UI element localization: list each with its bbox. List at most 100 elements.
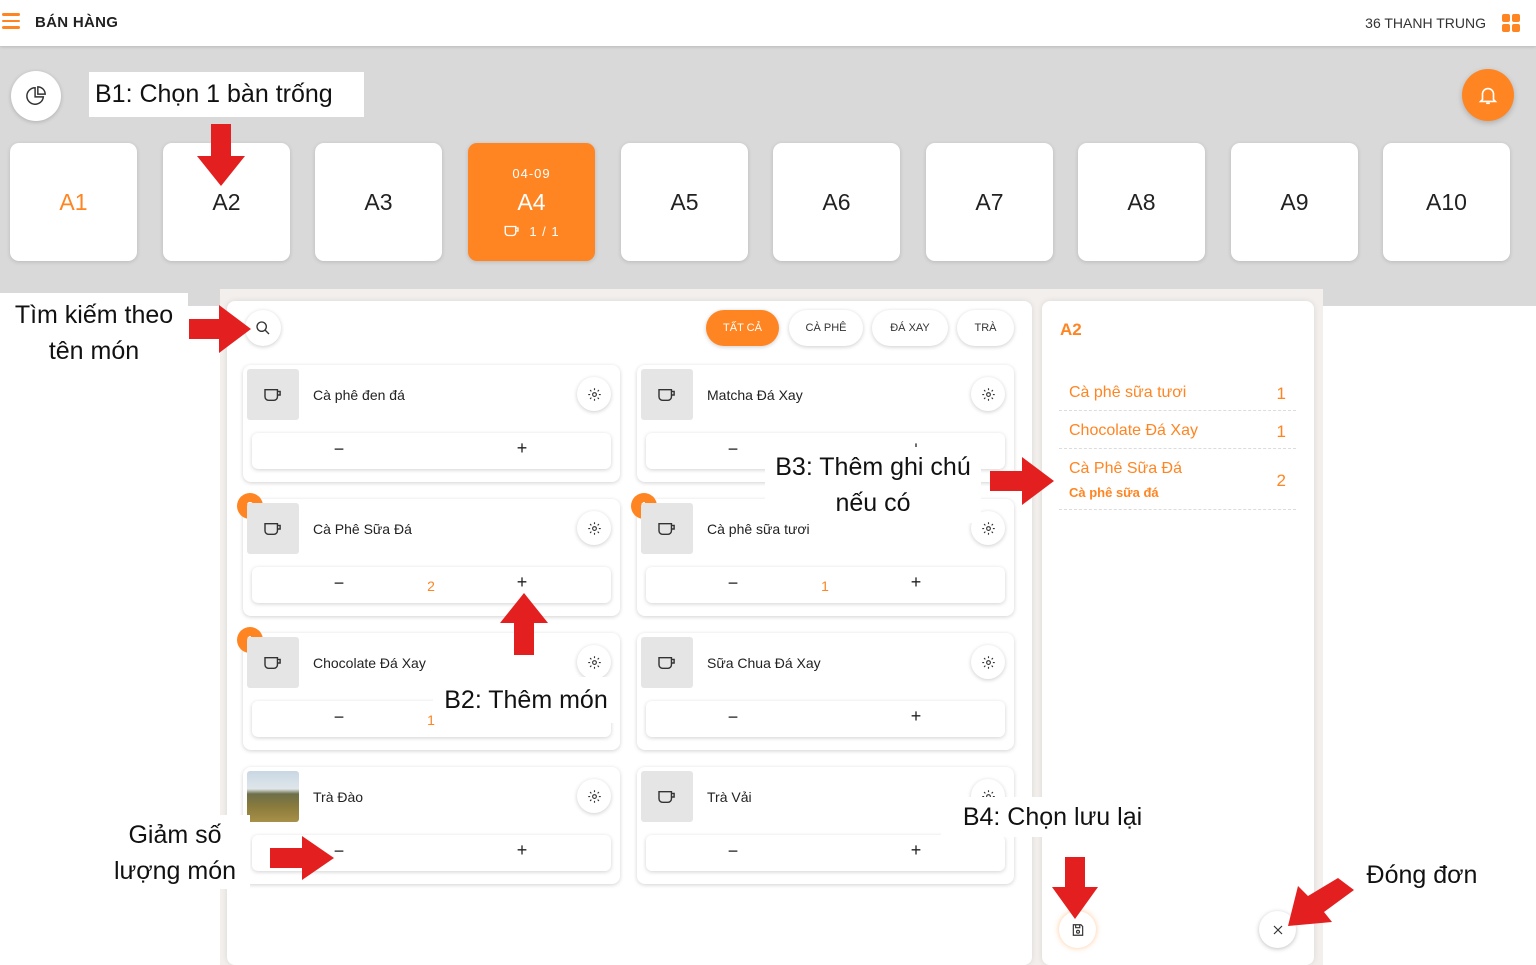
quantity-stepper: − +: [252, 433, 611, 469]
item-name: Trà Vải: [707, 789, 752, 805]
table-name: A4: [517, 188, 546, 215]
increase-button[interactable]: +: [907, 572, 925, 593]
order-line[interactable]: Cà Phê Sữa Đá 2 Cà phê sữa đá: [1059, 451, 1296, 510]
item-thumbnail: [641, 369, 693, 420]
quantity-stepper: − 1 +: [646, 567, 1005, 603]
category-tab-all[interactable]: TẤT CẢ: [706, 310, 779, 346]
table-card-busy[interactable]: 04-09 A4 1 / 1: [468, 143, 595, 261]
gear-icon: [587, 521, 601, 535]
order-line-name: Chocolate Đá Xay: [1069, 422, 1198, 439]
quantity-stepper: − 2 +: [252, 567, 611, 603]
app-title: BÁN HÀNG: [35, 14, 119, 31]
annotation-close: Đóng đơn: [1352, 855, 1492, 895]
item-name: Matcha Đá Xay: [707, 387, 803, 403]
decrease-button[interactable]: −: [330, 439, 348, 460]
save-icon: [1072, 923, 1083, 936]
item-thumbnail: [641, 771, 693, 822]
menu-item-card[interactable]: Sữa Chua Đá Xay − +: [637, 633, 1014, 750]
table-card[interactable]: A7: [926, 143, 1053, 261]
table-time: 04-09: [512, 165, 551, 181]
category-tab-coffee[interactable]: CÀ PHÊ: [789, 310, 863, 346]
table-card[interactable]: A3: [315, 143, 442, 261]
increase-button[interactable]: +: [513, 572, 531, 593]
decrease-button[interactable]: −: [330, 573, 348, 594]
decrease-button[interactable]: −: [724, 707, 742, 728]
table-name: A9: [1280, 188, 1309, 215]
item-name: Cà phê sữa tươi: [707, 521, 810, 537]
increase-button[interactable]: +: [513, 840, 531, 861]
gear-icon: [587, 655, 601, 669]
item-note-button[interactable]: [577, 645, 611, 679]
quantity-stepper: − +: [646, 835, 1005, 871]
decrease-button[interactable]: −: [724, 439, 742, 460]
gear-icon: [981, 655, 995, 669]
order-line[interactable]: Cà phê sữa tươi 1: [1059, 375, 1296, 411]
decrease-button[interactable]: −: [330, 707, 348, 728]
annotation-step-1: B1: Chọn 1 bàn trống: [89, 72, 364, 117]
category-tab-blended[interactable]: ĐÁ XAY: [872, 310, 948, 346]
item-thumbnail: [247, 637, 299, 688]
item-note-button[interactable]: [577, 779, 611, 813]
item-note-button[interactable]: [577, 377, 611, 411]
annotation-step-3: B3: Thêm ghi chú nếu có: [765, 447, 981, 523]
user-name[interactable]: 36 THANH TRUNG: [1365, 15, 1486, 31]
item-note-button[interactable]: [971, 377, 1005, 411]
cup-icon: [658, 790, 675, 803]
arrow-right-icon: [189, 305, 251, 353]
decrease-button[interactable]: −: [724, 841, 742, 862]
item-thumbnail: [641, 503, 693, 554]
order-line-qty: 1: [1276, 422, 1286, 441]
menu-icon[interactable]: [2, 13, 20, 29]
table-name: A1: [59, 188, 88, 215]
close-icon: [1273, 925, 1282, 934]
table-card[interactable]: A9: [1231, 143, 1358, 261]
gear-icon: [587, 789, 601, 803]
chart-icon: [26, 86, 46, 105]
annotation-decrease: Giảm số lượng món: [100, 815, 250, 889]
annotation-step-4: B4: Chọn lưu lại: [941, 797, 1164, 837]
arrow-up-icon: [500, 593, 548, 655]
gear-icon: [981, 387, 995, 401]
item-note-button[interactable]: [971, 645, 1005, 679]
table-card[interactable]: A8: [1078, 143, 1205, 261]
order-line-qty: 2: [1276, 471, 1286, 490]
table-count-text: 1 / 1: [529, 223, 560, 239]
table-card[interactable]: A1: [10, 143, 137, 261]
decrease-button[interactable]: −: [724, 573, 742, 594]
cup-icon: [658, 522, 675, 535]
cup-icon: [264, 388, 281, 401]
gear-icon: [587, 387, 601, 401]
grid-icon[interactable]: [1502, 14, 1520, 32]
increase-button[interactable]: +: [513, 438, 531, 459]
increase-button[interactable]: +: [907, 840, 925, 861]
item-thumbnail: [247, 503, 299, 554]
table-name: A6: [822, 188, 851, 215]
menu-item-card[interactable]: 2 Cà Phê Sữa Đá − 2 +: [237, 493, 620, 616]
quantity-stepper: − +: [646, 701, 1005, 737]
arrow-down-icon: [1052, 857, 1098, 919]
arrow-right-icon: [270, 836, 334, 880]
top-bar: BÁN HÀNG 36 THANH TRUNG: [0, 0, 1536, 46]
table-card[interactable]: A5: [621, 143, 748, 261]
order-line-name: Cà Phê Sữa Đá: [1069, 460, 1182, 477]
increase-button[interactable]: +: [907, 706, 925, 727]
cup-icon: [264, 656, 281, 669]
cup-icon: [658, 656, 675, 669]
table-name: A5: [670, 188, 699, 215]
menu-item-card[interactable]: Cà phê đen đá − +: [243, 365, 620, 482]
item-thumbnail: [641, 637, 693, 688]
arrow-right-icon: [990, 457, 1054, 505]
report-button[interactable]: [11, 71, 61, 121]
annotation-search: Tìm kiếm theo tên món: [0, 293, 188, 369]
table-name: A10: [1426, 188, 1467, 215]
item-name: Trà Đào: [313, 789, 364, 805]
bell-icon: [1478, 87, 1498, 105]
table-card[interactable]: A6: [773, 143, 900, 261]
notification-button[interactable]: [1462, 69, 1514, 121]
order-line[interactable]: Chocolate Đá Xay 1: [1059, 413, 1296, 449]
category-tab-tea[interactable]: TRÀ: [957, 310, 1014, 346]
table-card[interactable]: A10: [1383, 143, 1510, 261]
item-note-button[interactable]: [577, 511, 611, 545]
table-name: A2: [212, 188, 241, 215]
order-line-name: Cà phê sữa tươi: [1069, 384, 1187, 401]
